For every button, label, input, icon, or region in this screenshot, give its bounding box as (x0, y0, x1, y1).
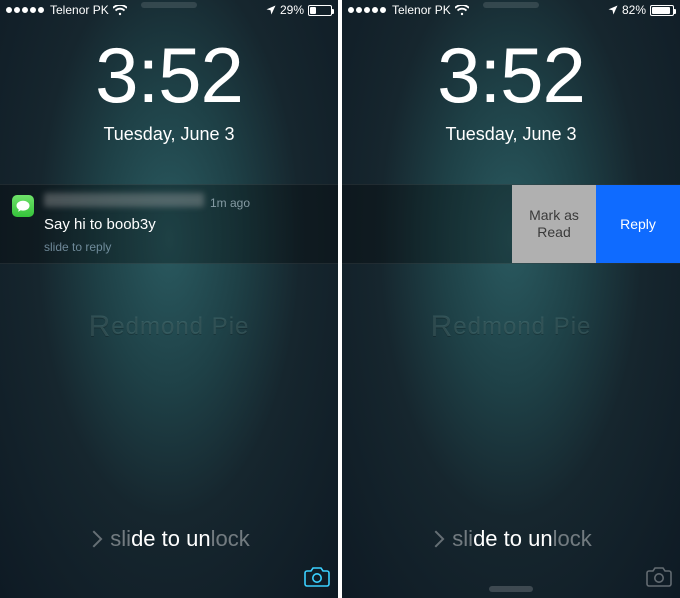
status-bar: Telenor PK 82% (342, 0, 680, 20)
battery-fill (652, 7, 670, 14)
reply-button[interactable]: Reply (596, 185, 680, 263)
signal-strength-icon (6, 7, 44, 13)
location-icon (266, 5, 276, 15)
wifi-icon (113, 5, 127, 16)
battery-fill (310, 7, 316, 14)
date-label: Tuesday, June 3 (0, 124, 338, 145)
clock-block: 3:52 Tuesday, June 3 (0, 36, 338, 145)
carrier-label: Telenor PK (50, 3, 109, 17)
slide-to-unlock[interactable]: slide to unlock (342, 526, 680, 552)
chevron-right-icon (428, 531, 445, 548)
camera-grabber[interactable] (644, 562, 674, 592)
notification-actions: Mark as Read Reply (342, 184, 680, 264)
time-label: 3:52 (342, 36, 680, 114)
wallpaper-watermark: Redmond Pie (0, 310, 338, 344)
clock-block: 3:52 Tuesday, June 3 (342, 36, 680, 145)
wallpaper-watermark: Redmond Pie (342, 310, 680, 344)
signal-strength-icon (348, 7, 386, 13)
notification-timestamp: 1m ago (210, 195, 250, 211)
battery-percent: 82% (622, 3, 646, 17)
battery-percent: 29% (280, 3, 304, 17)
battery-icon (650, 5, 674, 16)
notification-hint: slide to reply (44, 239, 326, 255)
mark-as-read-button[interactable]: Mark as Read (512, 185, 596, 263)
messages-app-icon (12, 195, 34, 217)
slide-to-unlock[interactable]: slide to unlock (0, 526, 338, 552)
date-label: Tuesday, June 3 (342, 124, 680, 145)
notification-swiped-area[interactable] (342, 185, 512, 263)
lockscreen-left: Telenor PK 29% 3:52 Tuesday, June 3 (0, 0, 338, 598)
location-icon (608, 5, 618, 15)
camera-grabber[interactable] (302, 562, 332, 592)
battery-icon (308, 5, 332, 16)
time-label: 3:52 (0, 36, 338, 114)
notification[interactable]: 1m ago Say hi to boob3y slide to reply (0, 184, 338, 264)
control-center-grabber[interactable] (489, 586, 533, 592)
carrier-label: Telenor PK (392, 3, 451, 17)
notification-sender-redacted (44, 193, 204, 207)
status-bar: Telenor PK 29% (0, 0, 338, 20)
chevron-right-icon (86, 531, 103, 548)
wifi-icon (455, 5, 469, 16)
lockscreen-right: Telenor PK 82% 3:52 Tuesday, June 3 Mark… (342, 0, 680, 598)
notification-message: Say hi to boob3y (44, 215, 326, 235)
